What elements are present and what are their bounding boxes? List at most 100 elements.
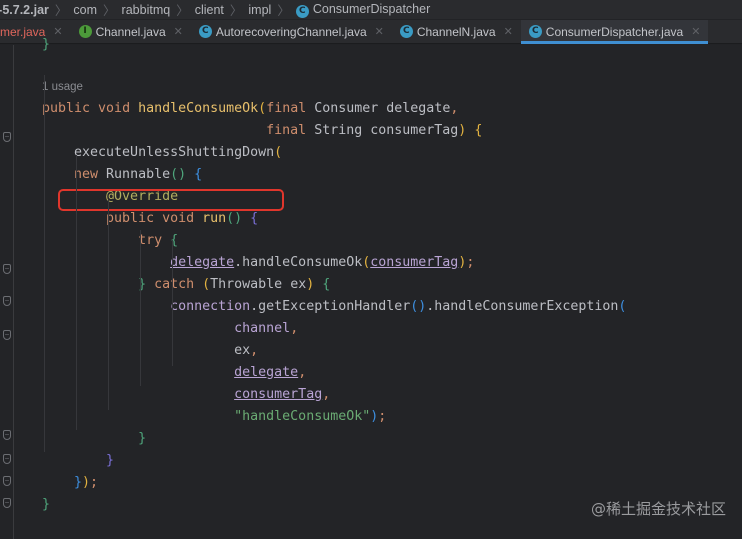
fold-icon[interactable]: − — [3, 498, 11, 508]
code-line: } — [42, 428, 146, 450]
class-icon: C — [198, 25, 212, 38]
tab[interactable]: I Channel.java ✕ — [71, 20, 191, 44]
breadcrumb-item[interactable]: t-5.7.2.jar — [0, 3, 49, 17]
code-token: ; — [466, 255, 475, 270]
breadcrumb-item[interactable]: impl — [248, 3, 271, 17]
tab-label: ConsumerDispatcher.java — [545, 24, 684, 39]
class-icon: C — [295, 4, 309, 18]
class-icon: C — [399, 25, 413, 38]
fold-icon[interactable]: − — [3, 330, 11, 340]
code-token: void — [162, 211, 203, 226]
code-token: String consumerTag — [314, 123, 459, 138]
fold-icon[interactable]: − — [3, 296, 11, 306]
breadcrumb-label: rabbitmq — [121, 2, 171, 17]
indent-guide — [140, 230, 141, 386]
code-token: } — [42, 37, 51, 52]
code-token: Throwable ex — [210, 277, 307, 292]
breadcrumb-separator: 〉 — [176, 4, 189, 18]
fold-icon[interactable]: − — [3, 430, 11, 440]
class-icon: C — [528, 25, 542, 38]
code-line: delegate, — [42, 362, 306, 384]
code-token: , — [450, 101, 459, 116]
gutter: − − − − − − − − — [0, 45, 14, 539]
breadcrumb-label: t-5.7.2.jar — [0, 2, 49, 17]
code-line: public void run() { — [42, 208, 258, 230]
code-token: ; — [90, 475, 99, 490]
code-token: , — [298, 365, 307, 380]
code-token: catch — [154, 277, 203, 292]
fold-icon[interactable]: − — [3, 454, 11, 464]
code-token: delegate — [170, 255, 235, 270]
code-token: ( — [202, 277, 211, 292]
close-icon[interactable]: ✕ — [691, 25, 700, 38]
code-token: , — [250, 343, 259, 358]
close-icon[interactable]: ✕ — [504, 25, 513, 38]
breadcrumb-item[interactable]: C ConsumerDispatcher — [295, 2, 430, 18]
code-line: delegate.handleConsumeOk(consumerTag); — [42, 252, 474, 274]
indent-guide — [44, 75, 45, 452]
code-line: "handleConsumeOk"); — [42, 406, 386, 428]
close-icon[interactable]: ✕ — [53, 25, 62, 38]
editor-tabs: mer.java ✕ I Channel.java ✕ C AutorecoveringCh… — [0, 19, 742, 44]
code-token: ( — [274, 145, 283, 160]
breadcrumb-item[interactable]: client — [195, 3, 224, 17]
fold-icon[interactable]: − — [3, 264, 11, 274]
tab[interactable]: C ChannelN.java ✕ — [392, 20, 521, 44]
code-token: final — [266, 101, 315, 116]
code-token: , — [322, 387, 331, 402]
code-token: () — [226, 211, 243, 226]
code-token: Consumer delegate — [314, 101, 451, 116]
code-line: consumerTag, — [42, 384, 330, 406]
code-token: () — [410, 299, 427, 314]
watermark: @稀土掘金技术社区 — [590, 500, 726, 518]
code-token: channel — [234, 321, 291, 336]
code-line: }); — [42, 472, 98, 494]
breadcrumb-item[interactable]: com — [73, 3, 97, 17]
fold-icon[interactable]: − — [3, 476, 11, 486]
code-editor[interactable]: − − − − − − − − 1 usage } public void handleCons… — [0, 37, 742, 539]
code-line: final String consumerTag) { — [42, 120, 482, 142]
code-token: ( — [618, 299, 627, 314]
code-token: Runnable — [106, 167, 171, 182]
code-line: channel, — [42, 318, 298, 340]
code-token: void — [98, 101, 139, 116]
code-token: ex — [42, 343, 251, 358]
code-token: } — [42, 475, 83, 490]
code-token: final — [42, 123, 315, 138]
usage-hint[interactable]: 1 usage — [42, 81, 83, 93]
tab[interactable]: C ConsumerDispatcher.java ✕ — [520, 19, 709, 44]
close-icon[interactable]: ✕ — [375, 25, 384, 38]
breadcrumb-separator: 〉 — [229, 4, 243, 18]
tab-label: AutorecoveringChannel.java — [215, 24, 367, 39]
code-token: "handleConsumeOk" — [234, 409, 371, 424]
breadcrumb-label: impl — [248, 2, 272, 17]
close-icon[interactable]: ✕ — [174, 25, 183, 38]
tab[interactable]: mer.java ✕ — [0, 20, 71, 44]
code-token: ) — [82, 475, 91, 490]
breadcrumb-separator: 〉 — [54, 4, 68, 18]
code-token: , — [290, 321, 299, 336]
indent-guide — [108, 200, 109, 410]
code-token: () — [170, 167, 187, 182]
code-token: ( — [258, 101, 267, 116]
code-line: public void handleConsumeOk(final Consum… — [42, 98, 458, 120]
code-token: try — [42, 233, 171, 248]
interface-icon: I — [78, 25, 92, 38]
code-token: handleConsumeOk — [138, 101, 259, 116]
code-line: ex, — [42, 340, 258, 362]
fold-icon[interactable]: − — [3, 132, 11, 142]
indent-guide — [172, 240, 173, 366]
code-line: } — [42, 34, 50, 56]
breadcrumb-label: client — [194, 2, 224, 17]
code-token: } — [42, 277, 155, 292]
code-token: .handleConsumerException — [426, 299, 619, 314]
code-token: { — [186, 167, 203, 182]
code-token: public — [42, 211, 163, 226]
tab[interactable]: C AutorecoveringChannel.java ✕ — [191, 20, 392, 44]
breadcrumb-item[interactable]: rabbitmq — [122, 3, 171, 17]
